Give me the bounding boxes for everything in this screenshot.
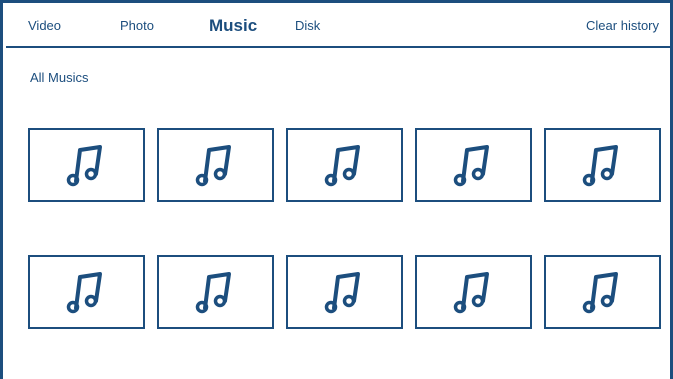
tab-video[interactable]: Video xyxy=(28,6,61,46)
music-item-tile[interactable] xyxy=(28,255,145,329)
music-note-icon xyxy=(66,145,102,187)
music-note-icon xyxy=(453,145,489,187)
top-navigation-bar: Video Photo Music Disk Clear history xyxy=(6,6,673,48)
music-item-tile[interactable] xyxy=(157,128,274,202)
clear-history-button[interactable]: Clear history xyxy=(586,6,659,46)
section-title: All Musics xyxy=(30,70,89,85)
music-item-tile[interactable] xyxy=(544,255,661,329)
music-item-tile[interactable] xyxy=(286,255,403,329)
music-note-icon xyxy=(582,272,618,314)
music-note-icon xyxy=(324,145,360,187)
music-note-icon xyxy=(324,272,360,314)
music-note-icon xyxy=(582,145,618,187)
app-window: Video Photo Music Disk Clear history All… xyxy=(0,0,673,379)
music-item-tile[interactable] xyxy=(544,128,661,202)
music-note-icon xyxy=(195,272,231,314)
music-item-tile[interactable] xyxy=(157,255,274,329)
music-item-tile[interactable] xyxy=(286,128,403,202)
music-item-tile[interactable] xyxy=(415,128,532,202)
music-note-icon xyxy=(66,272,102,314)
music-item-tile[interactable] xyxy=(415,255,532,329)
music-note-icon xyxy=(453,272,489,314)
music-note-icon xyxy=(195,145,231,187)
music-item-tile[interactable] xyxy=(28,128,145,202)
tab-disk[interactable]: Disk xyxy=(295,6,320,46)
tab-music[interactable]: Music xyxy=(209,6,257,46)
tab-photo[interactable]: Photo xyxy=(120,6,154,46)
